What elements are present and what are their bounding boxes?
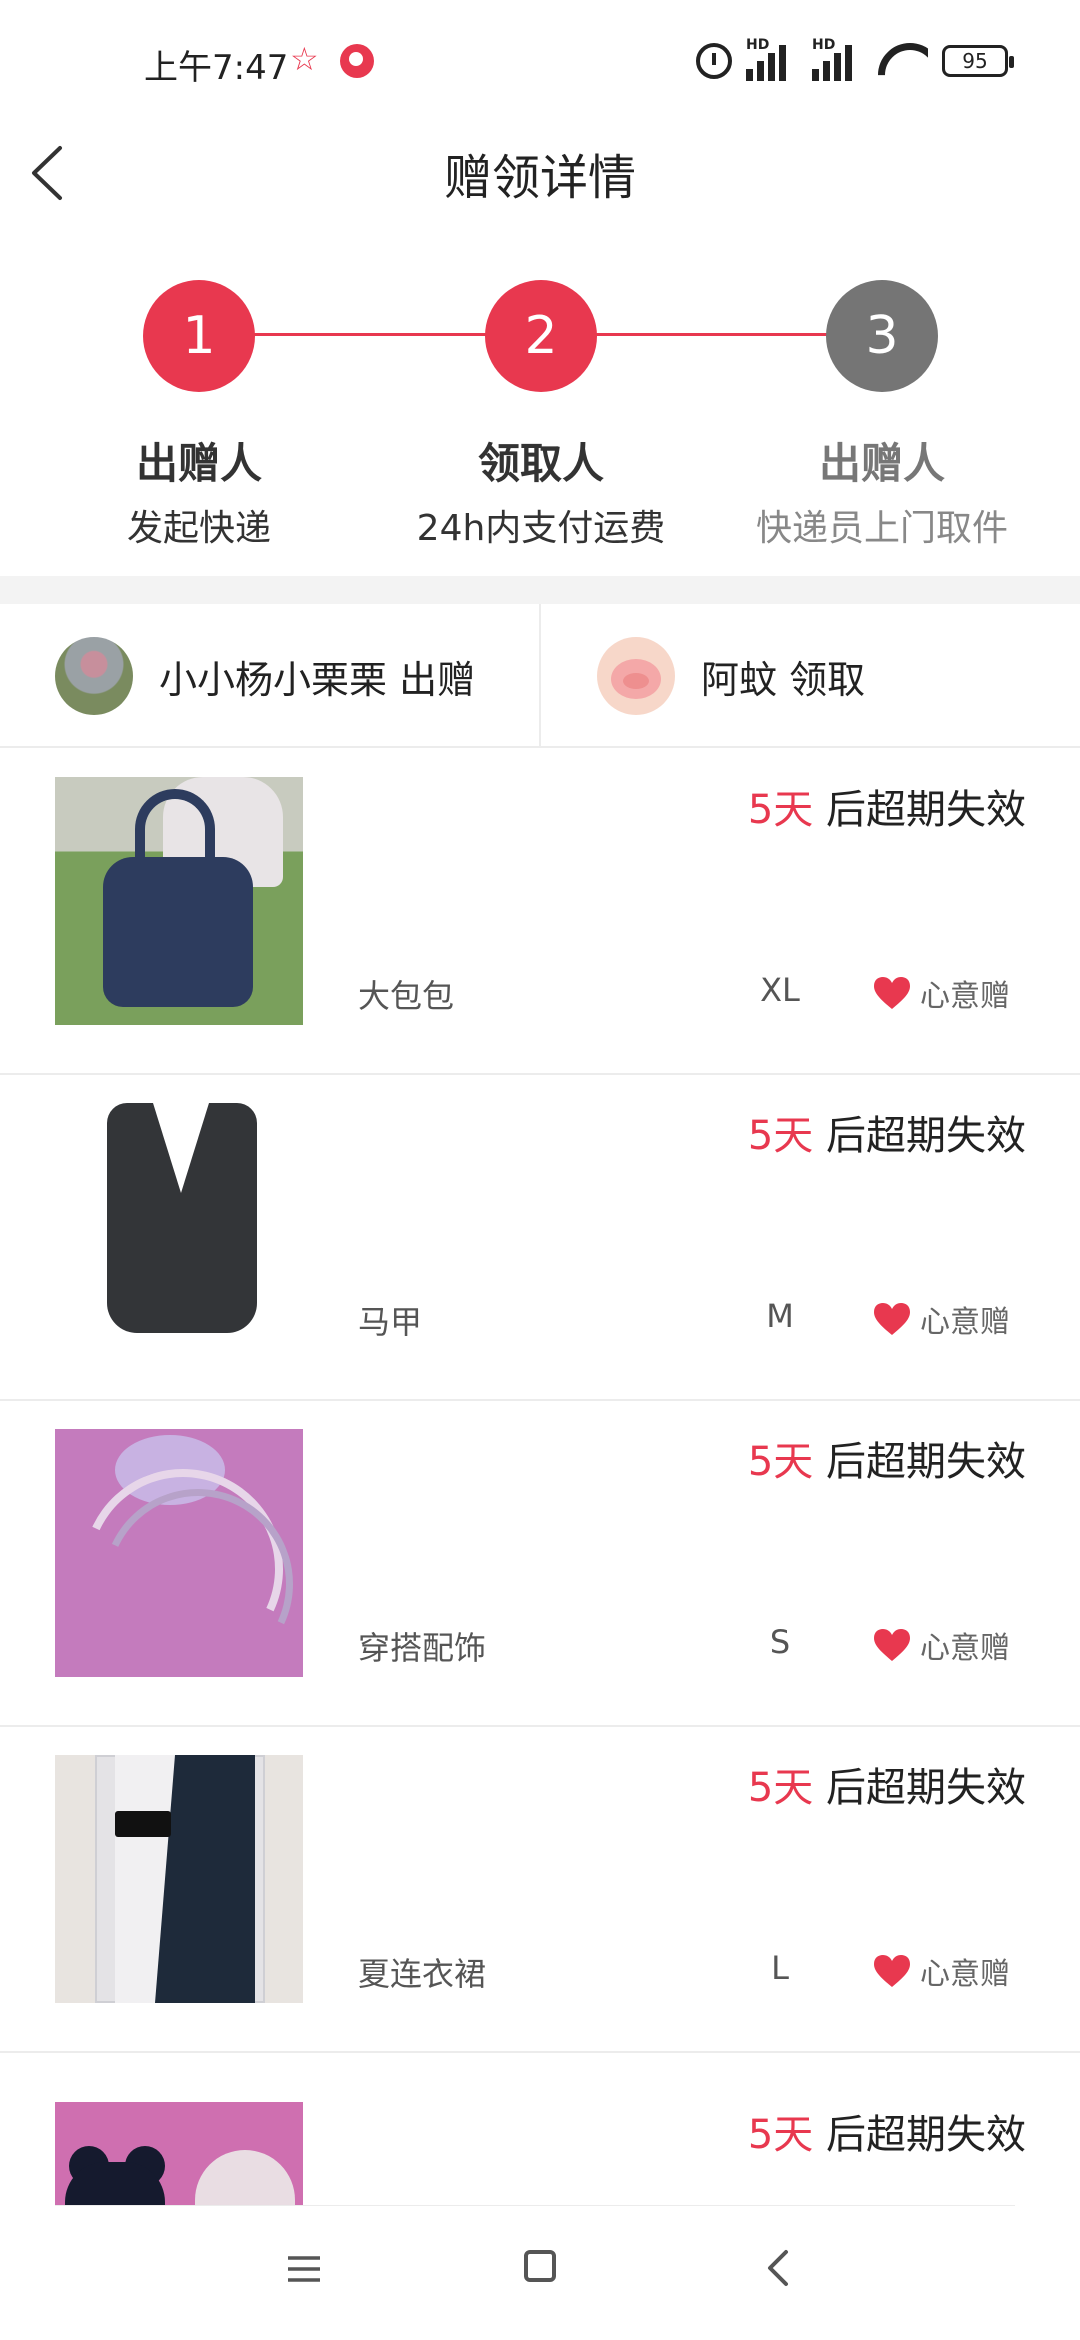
step-2: 2 领取人 24h内支付运费 xyxy=(361,270,721,551)
gift-tag: 心意赠 xyxy=(872,1949,1010,1993)
signal-hd-label: HD xyxy=(812,37,836,53)
page-title: 赠领详情 xyxy=(443,150,636,206)
step-subtitle: 快递员上门取件 xyxy=(755,508,1008,549)
step-title: 领取人 xyxy=(477,439,604,488)
status-time: 上午7:47 xyxy=(144,48,289,88)
parties-row: 小小杨小栗栗 出赠 阿蚊 领取 xyxy=(0,604,1080,748)
nav-bar: 赠领详情 xyxy=(0,120,1080,220)
list-item-clip: 5天 后超期失效 xyxy=(0,2074,1080,2206)
home-icon[interactable] xyxy=(524,2250,556,2282)
battery-icon: 95 xyxy=(942,45,1014,77)
expire-days: 5天 xyxy=(747,1439,814,1485)
expire-notice: 5天 后超期失效 xyxy=(748,1103,1026,1161)
expire-days: 5天 xyxy=(747,1765,814,1811)
item-name: 马甲 xyxy=(358,1303,423,1341)
wifi-icon xyxy=(878,43,928,79)
progress-steps: 1 出赠人 发起快递 2 领取人 24h内支付运费 3 出赠人 快递员上门取件 xyxy=(0,270,1080,570)
signal-hd-label: HD xyxy=(746,37,770,53)
list-item[interactable]: 5天 后超期失效 xyxy=(0,2074,1080,2206)
signal-hd-icon: HD xyxy=(812,37,864,81)
item-name: 穿搭配饰 xyxy=(358,1629,487,1667)
battery-level: 95 xyxy=(962,49,988,73)
heart-icon xyxy=(874,1303,910,1335)
expire-notice: 5天 后超期失效 xyxy=(748,1429,1026,1487)
expire-text: 后超期失效 xyxy=(813,1113,1026,1159)
gift-tag: 心意赠 xyxy=(872,971,1010,1015)
avatar[interactable] xyxy=(55,637,133,715)
gift-tag: 心意赠 xyxy=(872,1297,1010,1341)
list-item[interactable]: 5天 后超期失效 夏连衣裙 L 心意赠 xyxy=(0,1727,1080,2053)
step-number: 3 xyxy=(826,280,938,392)
system-nav-bar xyxy=(0,2206,1080,2340)
expire-days: 5天 xyxy=(747,787,814,833)
item-size: M xyxy=(766,1297,794,1335)
gift-label: 心意赠 xyxy=(920,1631,1010,1666)
item-image[interactable] xyxy=(55,777,303,1025)
expire-text: 后超期失效 xyxy=(813,1765,1026,1811)
receiver-name: 阿蚊 领取 xyxy=(701,657,866,702)
step-3: 3 出赠人 快递员上门取件 xyxy=(702,270,1062,551)
expire-notice: 5天 后超期失效 xyxy=(748,1755,1026,1813)
status-bar: 上午7:47 ☆ HD HD 95 xyxy=(0,0,1080,120)
step-title: 出赠人 xyxy=(818,439,945,488)
step-number: 1 xyxy=(143,280,255,392)
item-name: 大包包 xyxy=(358,977,455,1015)
section-divider xyxy=(0,576,1080,604)
list-item[interactable]: 5天 后超期失效 马甲 M 心意赠 xyxy=(0,1075,1080,1401)
giver-name: 小小杨小栗栗 出赠 xyxy=(159,657,476,702)
gift-label: 心意赠 xyxy=(920,1305,1010,1340)
divider xyxy=(539,604,541,748)
step-1: 1 出赠人 发起快递 xyxy=(19,270,379,551)
item-image[interactable] xyxy=(55,1755,303,2003)
expire-days: 5天 xyxy=(747,2112,814,2158)
item-size: S xyxy=(769,1623,791,1661)
expire-notice: 5天 后超期失效 xyxy=(748,777,1026,835)
receiver-user[interactable]: 阿蚊 领取 xyxy=(597,604,865,748)
expire-notice: 5天 后超期失效 xyxy=(748,2102,1026,2160)
step-title: 出赠人 xyxy=(135,439,262,488)
list-item[interactable]: 5天 后超期失效 穿搭配饰 S 心意赠 xyxy=(0,1401,1080,1727)
gift-tag: 心意赠 xyxy=(872,1623,1010,1667)
heart-icon xyxy=(874,1955,910,1987)
gift-label: 心意赠 xyxy=(920,979,1010,1014)
giver-user[interactable]: 小小杨小栗栗 出赠 xyxy=(55,604,475,748)
heart-icon xyxy=(874,977,910,1009)
star-icon: ☆ xyxy=(290,40,319,78)
item-image[interactable] xyxy=(55,2102,303,2206)
status-icons: HD HD 95 xyxy=(696,37,1014,84)
app-icon xyxy=(340,44,374,78)
expire-text: 后超期失效 xyxy=(813,2112,1026,2158)
signal-hd-icon: HD xyxy=(746,37,798,81)
item-size: XL xyxy=(760,971,800,1009)
expire-text: 后超期失效 xyxy=(813,787,1026,833)
item-name: 夏连衣裙 xyxy=(358,1955,487,1993)
step-number: 2 xyxy=(485,280,597,392)
list-item[interactable]: 5天 后超期失效 大包包 XL 心意赠 xyxy=(0,749,1080,1075)
step-subtitle: 发起快递 xyxy=(126,508,271,549)
back-icon[interactable] xyxy=(764,2248,794,2288)
heart-icon xyxy=(874,1629,910,1661)
avatar[interactable] xyxy=(597,637,675,715)
expire-text: 后超期失效 xyxy=(813,1439,1026,1485)
alarm-icon xyxy=(696,43,732,79)
item-size: L xyxy=(771,1949,789,1987)
gift-label: 心意赠 xyxy=(920,1957,1010,1992)
item-image[interactable] xyxy=(55,1429,303,1677)
step-subtitle: 24h内支付运费 xyxy=(416,508,666,549)
menu-icon[interactable] xyxy=(286,2254,322,2284)
item-image[interactable] xyxy=(55,1103,303,1351)
expire-days: 5天 xyxy=(747,1113,814,1159)
